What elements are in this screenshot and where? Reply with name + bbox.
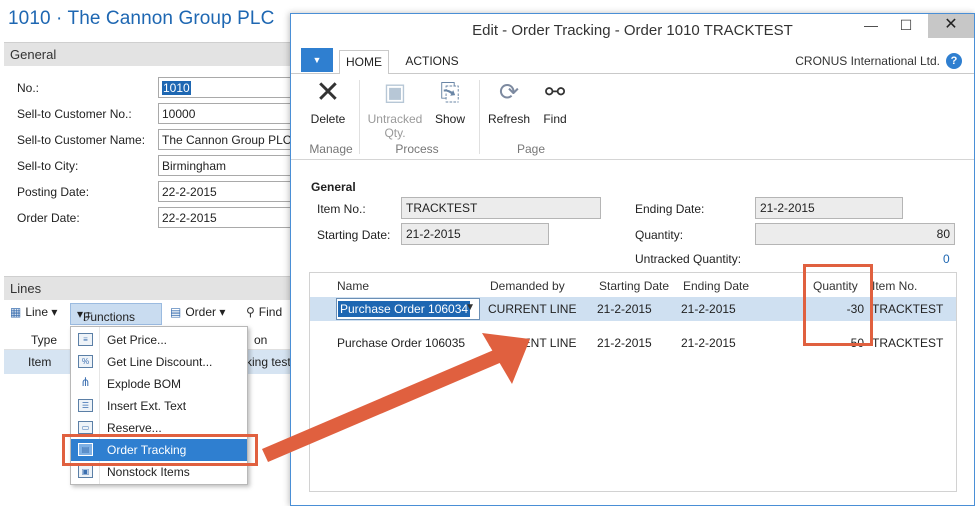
row-demanded-by: CURRENT LINE [488, 336, 577, 350]
package-icon: ▣ [383, 79, 407, 106]
row-ending-date: 21-2-2015 [681, 336, 736, 350]
starting-date-column-header[interactable]: Starting Date [599, 279, 669, 293]
show-document-icon: ⎘ [440, 79, 460, 106]
row-description: king test [246, 355, 291, 369]
sell-to-city-label: Sell-to City: [17, 159, 79, 173]
sell-to-customer-no-label: Sell-to Customer No.: [17, 107, 132, 121]
ending-date-label: Ending Date: [635, 202, 705, 216]
untracked-qty-button[interactable]: ▣ Untracked Qty. [365, 78, 425, 140]
no-field[interactable]: 1010 [158, 77, 294, 98]
chevron-down-icon[interactable]: ▼ [465, 302, 475, 313]
posting-date-field[interactable]: 22-2-2015 [158, 181, 294, 202]
order-menu-button[interactable]: ▤ Order ▾ [170, 305, 225, 319]
sell-to-customer-name-label: Sell-to Customer Name: [17, 133, 146, 147]
line-menu-button[interactable]: ▦ Line ▾ [10, 305, 57, 319]
binoculars-icon: ⚯ [544, 79, 566, 106]
show-button[interactable]: ⎘ Show [431, 78, 469, 126]
maximize-icon[interactable]: ☐ [891, 14, 921, 38]
dialog-titlebar[interactable]: Edit - Order Tracking - Order 1010 TRACK… [291, 14, 974, 48]
row-item-no: TRACKTEST [872, 336, 944, 350]
row-starting-date: 21-2-2015 [597, 302, 652, 316]
discount-icon: % [78, 355, 93, 368]
refresh-icon: ⟳ [498, 79, 520, 106]
description-column-header[interactable]: on [254, 333, 267, 347]
untracked-quantity-label: Untracked Quantity: [635, 252, 742, 266]
no-label: No.: [17, 81, 40, 95]
quantity-field[interactable]: 80 [755, 223, 955, 245]
item-no-column-header[interactable]: Item No. [872, 279, 917, 293]
app-menu-button[interactable]: ▼ [301, 48, 333, 72]
menu-item-get-line-discount[interactable]: % Get Line Discount... [71, 351, 247, 373]
group-page-label: Page [516, 142, 546, 156]
order-tracking-dialog: Edit - Order Tracking - Order 1010 TRACK… [290, 13, 975, 506]
row-demanded-by: CURRENT LINE [488, 302, 577, 316]
starting-date-label: Starting Date: [317, 228, 391, 242]
company-name: CRONUS International Ltd. [795, 54, 940, 68]
reserve-icon: ▭ [78, 421, 93, 434]
get-price-icon: ≡ [78, 333, 93, 346]
general-fasttab-header[interactable]: General [4, 42, 292, 66]
ribbon: ✕ Delete Manage ▣ Untracked Qty. ⎘ Show … [291, 74, 974, 160]
ending-date-column-header[interactable]: Ending Date [683, 279, 749, 293]
order-date-field[interactable]: 22-2-2015 [158, 207, 294, 228]
order-tracking-highlight-box [62, 434, 258, 466]
menu-item-insert-ext-text[interactable]: ☰ Insert Ext. Text [71, 395, 247, 417]
row-ending-date: 21-2-2015 [681, 302, 736, 316]
group-process-label: Process [395, 142, 439, 156]
order-date-label: Order Date: [17, 211, 80, 225]
tab-actions[interactable]: ACTIONS [397, 50, 467, 72]
grid-icon: ▦ [10, 305, 22, 319]
general-fasttab-label: General [10, 47, 57, 62]
quantity-label: Quantity: [635, 228, 684, 242]
ribbon-separator [479, 80, 480, 154]
tab-home[interactable]: HOME [339, 50, 389, 75]
bom-icon: ⋔ [80, 375, 91, 389]
sell-to-city-field[interactable]: Birmingham [158, 155, 294, 176]
starting-date-field[interactable]: 21-2-2015 [401, 223, 549, 245]
name-select[interactable]: Purchase Order 106034 ▼ [336, 298, 480, 320]
binoculars-icon: ⚲ [246, 305, 255, 319]
page-title: 1010 · The Cannon Group PLC [8, 8, 275, 29]
delete-x-icon: ✕ [315, 76, 341, 109]
find-button[interactable]: ⚲ Find [246, 305, 282, 319]
nonstock-icon: ▣ [78, 465, 93, 478]
menu-item-explode-bom[interactable]: ⋔ Explode BOM [71, 373, 247, 395]
sell-to-customer-name-field[interactable]: The Cannon Group PLC [158, 129, 294, 150]
delete-button[interactable]: ✕ Delete [305, 76, 351, 127]
name-column-header[interactable]: Name [337, 279, 369, 293]
refresh-button[interactable]: ⟳ Refresh [485, 78, 533, 126]
row-type: Item [28, 355, 52, 369]
untracked-quantity-value[interactable]: 0 [943, 252, 950, 266]
quantity-highlight-box [803, 264, 873, 346]
item-no-label: Item No.: [317, 202, 366, 216]
ext-text-icon: ☰ [78, 399, 93, 412]
find-button[interactable]: ⚯ Find [539, 78, 571, 126]
ribbon-tabs: ▼ HOME ACTIONS CRONUS International Ltd.… [291, 48, 974, 75]
item-no-field[interactable]: TRACKTEST [401, 197, 601, 219]
posting-date-label: Posting Date: [17, 185, 90, 199]
lines-fasttab-label: Lines [10, 281, 42, 296]
row-item-no: TRACKTEST [872, 302, 944, 316]
lines-toolbar: ▦ Line ▾ ℱ Functions ▾ ▤ Order ▾ ⚲ Find [4, 302, 292, 326]
menu-item-get-price[interactable]: ≡ Get Price... [71, 329, 247, 351]
dialog-general-header[interactable]: General [311, 180, 356, 194]
group-manage-label: Manage [309, 142, 353, 156]
close-icon[interactable]: ✕ [928, 14, 974, 38]
row-starting-date: 21-2-2015 [597, 336, 652, 350]
ribbon-separator [359, 80, 360, 154]
type-column-header[interactable]: Type [31, 333, 57, 347]
document-icon: ▤ [170, 305, 182, 319]
sell-to-customer-no-field[interactable]: 10000 [158, 103, 294, 124]
functions-menu-button[interactable]: ℱ Functions ▾ [70, 303, 162, 325]
row-name: Purchase Order 106035 [337, 336, 466, 350]
ending-date-field[interactable]: 21-2-2015 [755, 197, 903, 219]
help-icon[interactable]: ? [946, 53, 962, 69]
demanded-by-column-header[interactable]: Demanded by [490, 279, 565, 293]
minimize-icon[interactable]: — [856, 14, 886, 38]
lines-fasttab-header[interactable]: Lines [4, 276, 292, 300]
